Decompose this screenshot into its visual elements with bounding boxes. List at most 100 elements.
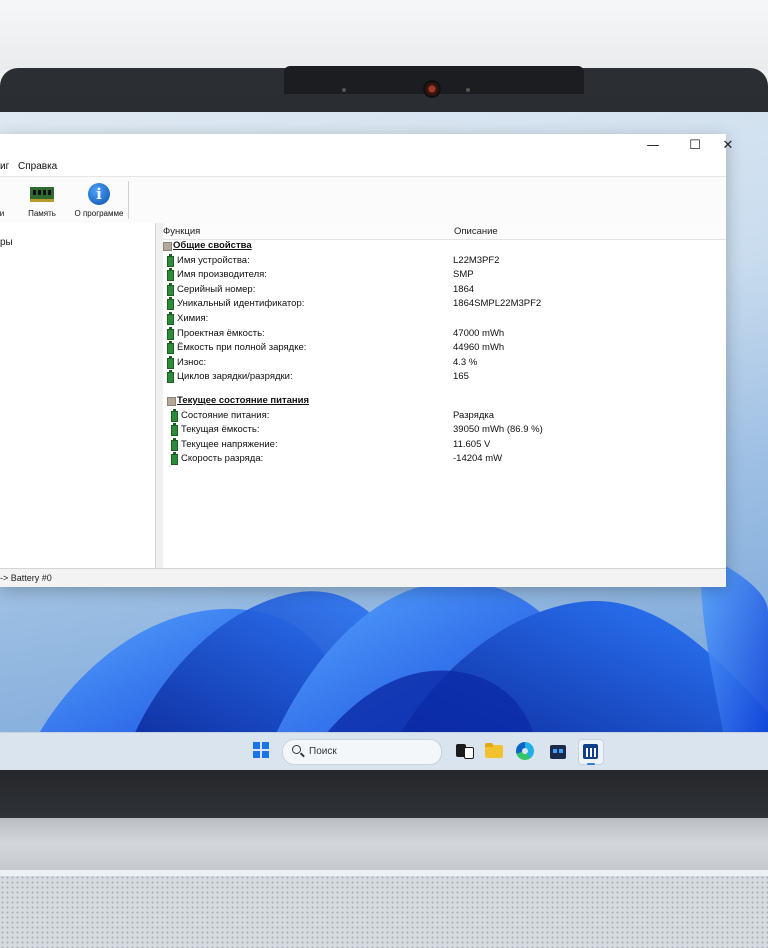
battery-icon [167,297,174,311]
list-item[interactable]: Скорость разряда: -14204 mW [163,452,726,467]
property-value: 11.605 V [453,438,491,450]
about-button[interactable]: i О программе [70,179,128,221]
sensor-dot [466,88,470,92]
list-item[interactable]: Текущее напряжение: 11.605 V [163,437,726,453]
maximize-button[interactable]: ☐ [680,137,710,155]
battery-icon [167,311,174,325]
background-wall [0,0,768,70]
section-title: Общие свойства [173,240,252,251]
list-item[interactable]: Циклов зарядки/разрядки: 165 [163,370,726,385]
webcam-icon [423,80,441,98]
task-view-icon[interactable] [452,739,476,763]
section-icon [163,242,172,251]
windows-start-icon[interactable] [250,739,274,763]
property-value: 47000 mWh [453,327,505,339]
list-item[interactable]: Текущая ёмкость: 39050 mWh (86.9 %) [163,423,726,438]
store-icon[interactable] [546,739,570,763]
property-value: 1864SMPL22M3PF2 [453,298,542,310]
property-key: Серийный номер: [177,283,256,295]
battery-icon [167,370,174,384]
section-header: Общие свойства [163,239,726,254]
property-value: 4.3 % [453,356,478,368]
search-icon [292,745,301,754]
toolbar-separator [128,181,129,219]
pane-splitter[interactable] [155,223,163,568]
navigation-tree[interactable]: ры [0,223,163,568]
battery-info-window: — ☐ ✕ иг Справка и Память i О программе … [0,134,733,587]
property-key: Имя производителя: [177,269,267,281]
minimize-button[interactable]: — [638,137,668,155]
taskbar: Поиск [0,732,768,770]
sensor-dot [342,88,346,92]
list-item[interactable]: Химия: [163,311,726,327]
property-value: 44960 mWh [453,342,505,354]
memory-button[interactable]: Память [20,179,64,221]
details-list: Функция Описание Общие свойства Имя устр… [163,223,726,568]
info-icon: i [88,183,110,205]
property-key: Износ: [177,356,207,368]
property-value: L22M3PF2 [453,254,500,266]
property-value: 39050 mWh (86.9 %) [453,424,543,436]
property-value: 165 [453,371,469,383]
battery-icon [167,253,174,267]
battery-icon [171,452,178,466]
list-item[interactable]: Проектная ёмкость: 47000 mWh [163,326,726,342]
battery-icon [167,268,174,282]
column-header-feature[interactable]: Функция [163,226,200,237]
section-title: Текущее состояние питания [177,394,310,406]
column-header: Функция Описание [163,223,726,240]
battery-icon [167,326,174,340]
about-button-label: О программе [74,209,124,218]
taskbar-search[interactable]: Поиск [282,739,442,765]
property-key: Проектная ёмкость: [177,327,265,339]
property-key: Уникальный идентификатор: [177,298,305,310]
list-item[interactable]: Ёмкость при полной зарядке: 44960 mWh [163,341,726,356]
speaker-grille [0,870,768,948]
battery-icon [167,341,174,355]
aida-app-icon[interactable] [578,739,604,765]
status-text: -> Battery #0 [0,573,52,583]
battery-icon [167,355,174,369]
laptop-screen: — ☐ ✕ иг Справка и Память i О программе … [0,112,768,770]
property-key: Скорость разряда: [181,453,264,465]
property-key: Циклов зарядки/разрядки: [177,371,293,383]
battery-icon [171,408,178,422]
search-placeholder: Поиск [309,746,337,757]
list-item[interactable]: Состояние питания: Разрядка [163,408,726,424]
column-header-description[interactable]: Описание [454,226,498,237]
property-key: Состояние питания: [181,409,270,421]
list-item[interactable]: Имя производителя: SMP [163,268,726,283]
property-value: Разрядка [453,409,495,421]
tree-item-label[interactable]: ры [0,237,13,248]
deck-edge [0,870,768,876]
edge-browser-icon[interactable] [513,739,537,763]
list-item[interactable]: Серийный номер: 1864 [163,282,726,298]
property-key: Ёмкость при полной зарядке: [177,342,307,354]
menu-item-config[interactable]: иг [0,161,9,172]
property-value: SMP [453,269,474,281]
property-rows: Общие свойства Имя устройства: L22M3PF2 И… [163,239,726,467]
list-item[interactable]: Уникальный идентификатор: 1864SMPL22M3PF2 [163,297,726,312]
section-icon [167,396,176,406]
list-item[interactable]: Износ: 4.3 % [163,355,726,371]
memory-module-icon [30,187,54,202]
menu-item-help[interactable]: Справка [18,161,57,172]
section-header: Текущее состояние питания [163,394,726,409]
list-item[interactable]: Имя устройства: L22M3PF2 [163,253,726,269]
laptop-chin [0,770,768,818]
title-bar[interactable]: — ☐ ✕ [0,134,733,158]
property-key: Текущее напряжение: [181,438,278,450]
laptop-hinge [0,818,768,870]
menu-bar: иг Справка [0,158,726,176]
toolbar-button-label: и [0,209,5,218]
toolbar-button-cut[interactable]: и [0,179,6,221]
close-button[interactable]: ✕ [718,137,738,155]
battery-icon [171,423,178,437]
memory-button-label: Память [28,209,56,218]
property-key: Текущая ёмкость: [181,424,260,436]
property-value: 1864 [453,283,475,295]
property-key: Химия: [177,312,209,324]
file-explorer-icon[interactable] [482,739,506,763]
status-bar: -> Battery #0 [0,568,726,587]
battery-icon [167,282,174,296]
